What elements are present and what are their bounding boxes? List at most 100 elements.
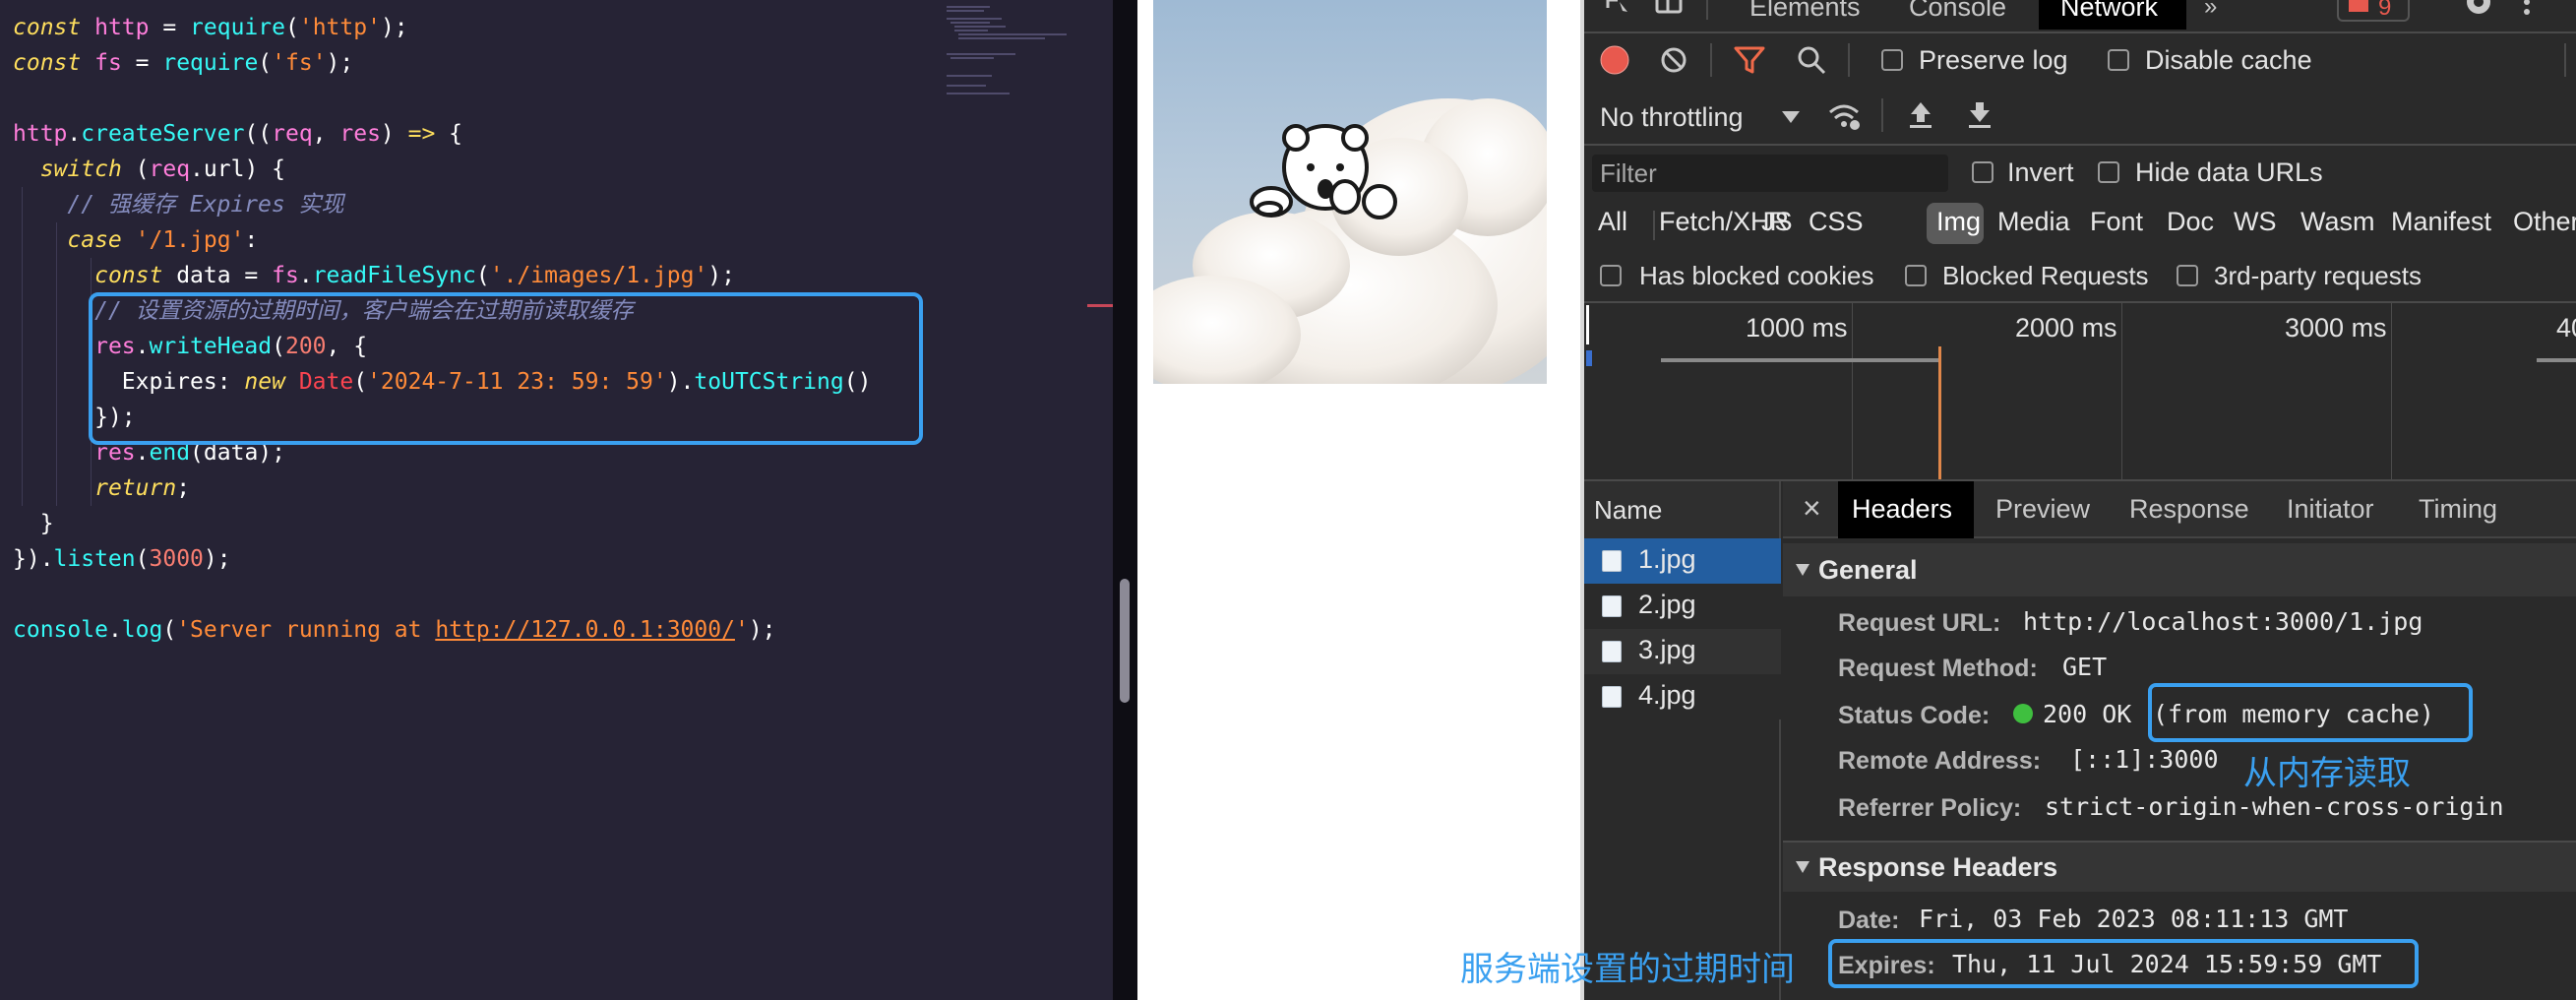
blocked-requests-checkbox[interactable] — [1905, 265, 1927, 286]
more-tabs-icon[interactable]: » — [2204, 0, 2217, 28]
code-token: , — [312, 121, 340, 147]
more-options-icon[interactable] — [2521, 0, 2533, 18]
status-green-dot-icon — [2013, 704, 2033, 723]
code-token: 3000 — [149, 546, 204, 572]
record-icon[interactable] — [1600, 45, 1629, 75]
code-token: return — [94, 475, 177, 501]
tab-network-active[interactable]: Network — [2039, 0, 2186, 30]
code-token: ( — [135, 546, 150, 572]
code-editor[interactable]: const http = require('http'); const fs = … — [0, 0, 1113, 1000]
close-detail-icon[interactable]: × — [1803, 490, 1821, 527]
code-line[interactable]: const fs = require('fs'); — [13, 45, 353, 81]
code-line[interactable]: const http = require('http'); — [13, 10, 408, 45]
type-filter-css[interactable]: CSS — [1809, 207, 1864, 237]
filter-input[interactable]: Filter — [1592, 155, 1948, 192]
throttling-select[interactable]: No throttling — [1600, 102, 1744, 133]
inspect-icon[interactable] — [1606, 0, 1635, 14]
separator — [2564, 43, 2566, 77]
filter-placeholder: Filter — [1600, 158, 1657, 188]
code-line[interactable]: case '/1.jpg': — [13, 222, 258, 258]
download-icon[interactable] — [1966, 100, 1993, 130]
invert-checkbox[interactable] — [1972, 161, 1993, 183]
code-token: 'http' — [298, 15, 381, 40]
request-row-2[interactable]: 2.jpg — [1584, 584, 1781, 629]
preserve-log-label: Preserve log — [1919, 45, 2068, 75]
code-token: log — [121, 617, 163, 643]
server-expires-annotation: 服务端设置的过期时间 — [1460, 951, 1795, 988]
type-filter-other[interactable]: Other — [2513, 207, 2576, 237]
issues-badge[interactable]: 9 — [2337, 0, 2410, 22]
disable-cache-checkbox[interactable] — [2108, 49, 2129, 71]
tab-elements[interactable]: Elements — [1749, 0, 1861, 28]
preserve-log-checkbox[interactable] — [1881, 49, 1903, 71]
name-column-header[interactable]: Name — [1584, 481, 1781, 538]
devtools-panel: Elements Console Network » 9 Preserve lo… — [1584, 0, 2576, 1000]
upload-icon[interactable] — [1907, 100, 1934, 130]
code-line[interactable]: http.createServer((req, res) => { — [13, 116, 462, 152]
tab-response[interactable]: Response — [2129, 494, 2249, 525]
type-filter-wasm[interactable]: Wasm — [2300, 207, 2375, 237]
type-filter-font[interactable]: Font — [2090, 207, 2143, 237]
editor-scrollbar[interactable] — [1120, 579, 1130, 703]
request-row-1[interactable]: 1.jpg — [1584, 538, 1781, 584]
type-filter-manifest[interactable]: Manifest — [2391, 207, 2491, 237]
timeline-label-1000: 1000 ms — [1746, 313, 1848, 343]
timeline-label-3000: 3000 ms — [2285, 313, 2387, 343]
code-line[interactable]: return; — [13, 470, 190, 506]
tab-timing[interactable]: Timing — [2419, 494, 2497, 525]
has-blocked-cookies-checkbox[interactable] — [1600, 265, 1622, 286]
code-token: ); — [203, 546, 231, 572]
code-token: ( — [284, 15, 299, 40]
device-toolbar-icon[interactable] — [1655, 0, 1685, 14]
tab-preview[interactable]: Preview — [1995, 494, 2090, 525]
timeline-request-bar — [1586, 350, 1592, 366]
code-token: case — [67, 227, 122, 253]
image-file-icon — [1602, 686, 1622, 708]
request-url-value: http://localhost:3000/1.jpg — [2023, 607, 2423, 636]
code-token: ( — [258, 50, 273, 76]
code-line[interactable]: console.log('Server running at http://12… — [13, 612, 776, 648]
code-token: data = — [162, 263, 273, 288]
type-filter-doc[interactable]: Doc — [2167, 207, 2214, 237]
code-token: ' — [734, 617, 749, 643]
network-conditions-icon[interactable] — [1828, 100, 1862, 132]
timeline-load-marker — [1938, 346, 1941, 480]
code-token: (( — [244, 121, 273, 147]
search-icon[interactable] — [1797, 45, 1826, 75]
minimap[interactable] — [947, 6, 1113, 104]
tab-headers-active[interactable]: Headers — [1838, 481, 1974, 538]
editor-divider — [1113, 0, 1137, 1000]
timeline-bar — [1661, 358, 1938, 362]
tab-initiator[interactable]: Initiator — [2287, 494, 2374, 525]
filter-funnel-icon[interactable] — [1734, 45, 1765, 75]
request-row-3[interactable]: 3.jpg — [1584, 629, 1781, 674]
chevron-down-icon[interactable] — [1781, 110, 1801, 124]
code-line[interactable]: } — [13, 506, 54, 541]
referrer-policy-value: strict-origin-when-cross-origin — [2045, 792, 2504, 821]
code-line[interactable]: // 强缓存 Expires 实现 — [13, 187, 343, 222]
type-filter-all[interactable]: All — [1598, 207, 1627, 237]
separator — [1584, 31, 2576, 33]
request-row-4[interactable]: 4.jpg — [1584, 674, 1781, 719]
code-link[interactable]: http://127.0.0.1:3000/ — [435, 617, 735, 643]
type-filter-ws[interactable]: WS — [2234, 207, 2277, 237]
code-line[interactable]: const data = fs.readFileSync('./images/1… — [13, 258, 735, 293]
type-filter-media[interactable]: Media — [1997, 207, 2070, 237]
code-line[interactable]: }).listen(3000); — [13, 541, 231, 577]
type-filter-js[interactable]: JS — [1761, 207, 1793, 237]
clear-icon[interactable] — [1659, 45, 1688, 75]
hide-data-urls-checkbox[interactable] — [2098, 161, 2119, 183]
timeline-label-2000: 2000 ms — [2015, 313, 2117, 343]
code-line[interactable]: switch (req.url) { — [13, 152, 285, 187]
type-filter-img[interactable]: Img — [1936, 207, 1981, 237]
code-token: ( — [162, 617, 177, 643]
third-party-requests-checkbox[interactable] — [2177, 265, 2198, 286]
settings-gear-icon[interactable] — [2462, 0, 2495, 18]
code-token: ( — [475, 263, 490, 288]
tab-console[interactable]: Console — [1909, 0, 2006, 28]
